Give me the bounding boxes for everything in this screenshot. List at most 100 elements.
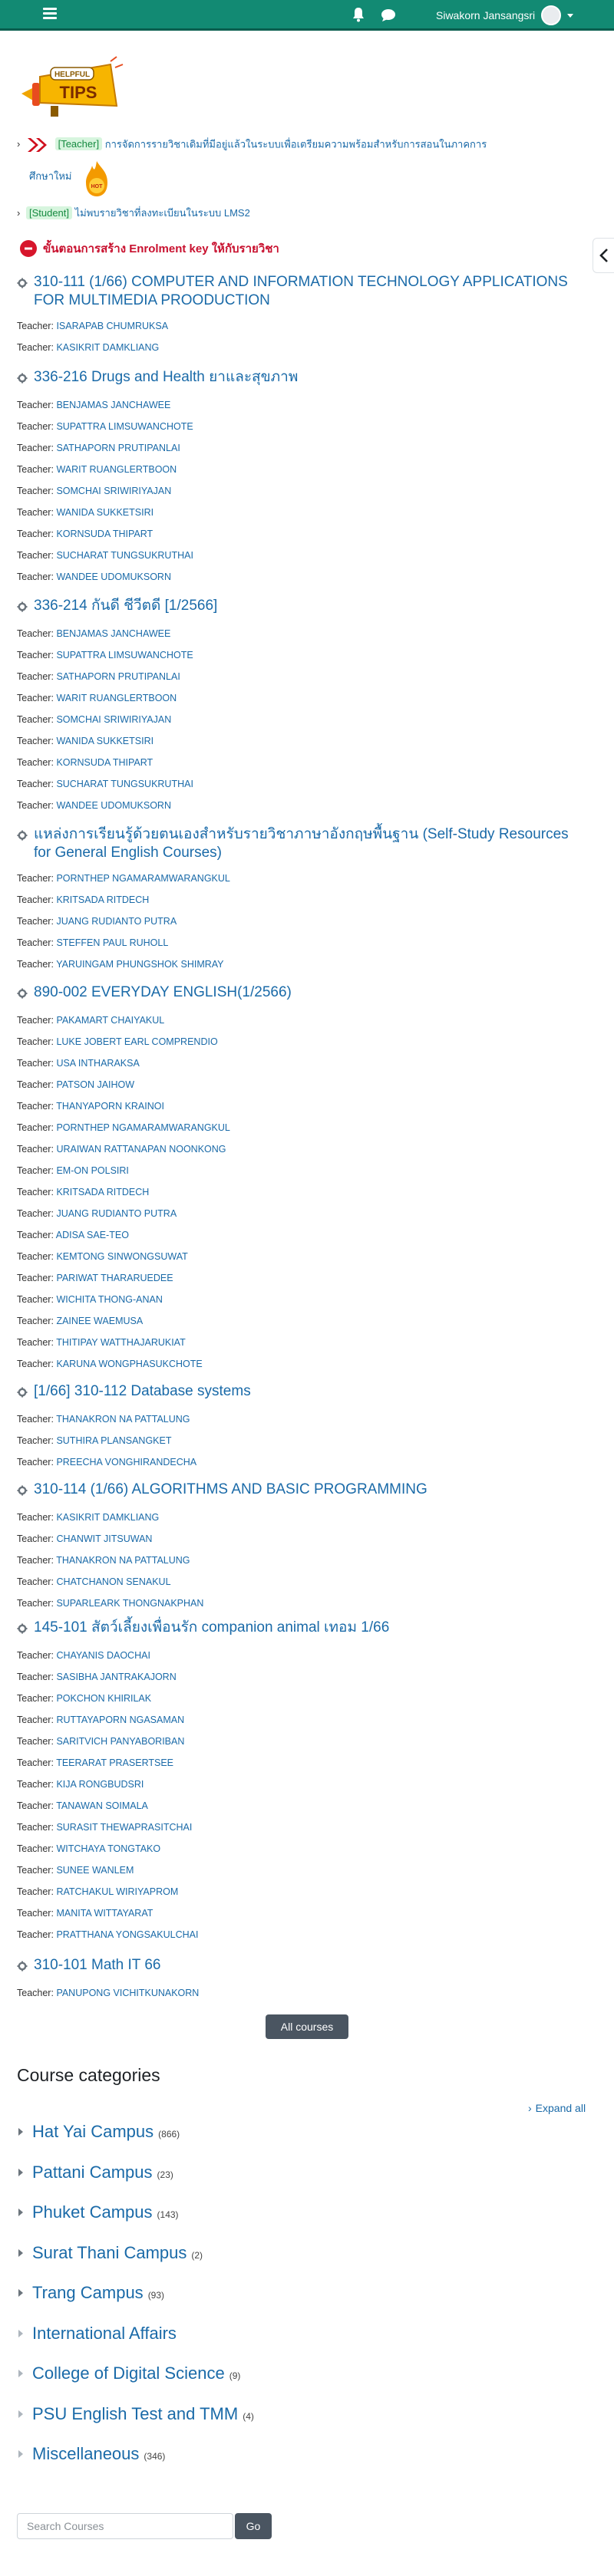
teacher-name-link[interactable]: SUPARLEARK THONGNAKPHAN	[56, 1598, 203, 1609]
teacher-name-link[interactable]: TEERARAT PRASERTSEE	[56, 1757, 173, 1768]
category-name-link[interactable]: Surat Thani Campus	[32, 2243, 187, 2263]
teacher-name-link[interactable]: PATSON JAIHOW	[56, 1079, 134, 1090]
category-name-link[interactable]: PSU English Test and TMM	[32, 2404, 238, 2424]
teacher-name-link[interactable]: USA INTHARAKSA	[56, 1058, 139, 1069]
all-courses-button[interactable]: All courses	[266, 2014, 348, 2039]
caret-right-icon[interactable]	[18, 2169, 23, 2176]
caret-right-icon[interactable]	[18, 2249, 23, 2257]
teacher-name-link[interactable]: PORNTHEP NGAMARAMWARANGKUL	[56, 1122, 229, 1133]
teacher-name-link[interactable]: WANIDA SUKKETSIRI	[56, 507, 154, 518]
category-name-link[interactable]: Phuket Campus	[32, 2202, 153, 2222]
course-title-link[interactable]: แหล่งการเรียนรู้ด้วยตนเองสำหรับรายวิชาภา…	[17, 825, 585, 862]
teacher-name-link[interactable]: PORNTHEP NGAMARAMWARANGKUL	[56, 873, 229, 884]
category-item[interactable]: Trang Campus (93)	[18, 2283, 164, 2303]
search-go-button[interactable]: Go	[235, 2513, 272, 2539]
enrol-key-notice[interactable]: ขั้นตอนการสร้าง Enrolment key ให้กับรายว…	[20, 239, 279, 258]
teacher-name-link[interactable]: PREECHA VONGHIRANDECHA	[56, 1457, 196, 1468]
teacher-name-link[interactable]: SOMCHAI SRIWIRIYAJAN	[56, 714, 171, 725]
teacher-name-link[interactable]: URAIWAN RATTANAPAN NOONKONG	[56, 1144, 226, 1155]
teacher-name-link[interactable]: CHANWIT JITSUWAN	[56, 1533, 152, 1544]
teacher-name-link[interactable]: SUTHIRA PLANSANGKET	[56, 1435, 171, 1446]
teacher-name-link[interactable]: SOMCHAI SRIWIRIYAJAN	[56, 486, 171, 496]
teacher-name-link[interactable]: SUPATTRA LIMSUWANCHOTE	[56, 421, 193, 432]
open-drawer-button[interactable]	[593, 238, 614, 273]
teacher-name-link[interactable]: CHAYANIS DAOCHAI	[56, 1650, 150, 1661]
teacher-name-link[interactable]: CHATCHANON SENAKUL	[56, 1576, 170, 1587]
teacher-name-link[interactable]: BENJAMAS JANCHAWEE	[56, 400, 170, 410]
teacher-name-link[interactable]: LUKE JOBERT EARL COMPRENDIO	[56, 1036, 217, 1047]
teacher-name-link[interactable]: PANUPONG VICHITKUNAKORN	[56, 1988, 199, 1998]
teacher-name-link[interactable]: WANDEE UDOMUKSORN	[56, 800, 171, 811]
teacher-name-link[interactable]: WANDEE UDOMUKSORN	[56, 572, 171, 582]
teacher-name-link[interactable]: PAKAMART CHAIYAKUL	[56, 1015, 164, 1026]
bell-icon[interactable]	[352, 7, 365, 22]
teacher-name-link[interactable]: ISARAPAB CHUMRUKSA	[56, 321, 168, 331]
category-item[interactable]: Miscellaneous (346)	[18, 2444, 165, 2464]
category-name-link[interactable]: College of Digital Science	[32, 2364, 225, 2383]
teacher-name-link[interactable]: RUTTAYAPORN NGASAMAN	[56, 1715, 184, 1725]
teacher-name-link[interactable]: THITIPAY WATTHAJARUKIAT	[56, 1337, 186, 1348]
teacher-name-link[interactable]: SATHAPORN PRUTIPANLAI	[56, 671, 180, 682]
teacher-name-link[interactable]: SUCHARAT TUNGSUKRUTHAI	[56, 550, 193, 561]
user-menu[interactable]: Siwakorn Jansangsri	[436, 5, 574, 25]
teacher-name-link[interactable]: POKCHON KHIRILAK	[56, 1693, 151, 1704]
teacher-name-link[interactable]: KRITSADA RITDECH	[56, 1187, 149, 1197]
category-name-link[interactable]: Pattani Campus	[32, 2163, 153, 2182]
teacher-name-link[interactable]: KORNSUDA THIPART	[56, 529, 153, 539]
teacher-name-link[interactable]: KASIKRIT DAMKLIANG	[56, 1512, 159, 1523]
student-notice[interactable]: › [Student] ไม่พบรายวิชาที่ลงทะเบียนในระ…	[17, 206, 554, 221]
caret-right-icon[interactable]	[18, 2330, 23, 2337]
teacher-name-link[interactable]: YARUINGAM PHUNGSHOK SHIMRAY	[56, 959, 223, 970]
teacher-name-link[interactable]: SARITVICH PANYABORIBAN	[56, 1736, 184, 1747]
teacher-name-link[interactable]: WARIT RUANGLERTBOON	[56, 693, 177, 703]
course-title-link[interactable]: 336-214 กันดี ชีวีตดี [1/2566]	[17, 597, 585, 618]
teacher-name-link[interactable]: WANIDA SUKKETSIRI	[56, 736, 154, 746]
hamburger-menu-icon[interactable]	[43, 8, 57, 20]
teacher-name-link[interactable]: PRATTHANA YONGSAKULCHAI	[56, 1929, 198, 1940]
course-title-link[interactable]: 310-101 Math IT 66	[17, 1956, 585, 1977]
teacher-notice[interactable]: › [Teacher] การจัดการรายวิชาเดิมที่มีอยู…	[17, 137, 554, 153]
caret-right-icon[interactable]	[18, 2209, 23, 2216]
teacher-name-link[interactable]: TANAWAN SOIMALA	[56, 1800, 148, 1811]
teacher-notice-link[interactable]: การจัดการรายวิชาเดิมที่มีอยู่แล้วในระบบเ…	[105, 138, 487, 150]
teacher-name-link[interactable]: SUCHARAT TUNGSUKRUTHAI	[56, 779, 193, 789]
teacher-name-link[interactable]: SURASIT THEWAPRASITCHAI	[56, 1822, 192, 1833]
teacher-name-link[interactable]: BENJAMAS JANCHAWEE	[56, 628, 170, 639]
category-item[interactable]: Surat Thani Campus (2)	[18, 2243, 203, 2263]
teacher-name-link[interactable]: EM-ON POLSIRI	[56, 1165, 128, 1176]
category-item[interactable]: College of Digital Science (9)	[18, 2364, 240, 2383]
teacher-name-link[interactable]: KRITSADA RITDECH	[56, 894, 149, 905]
category-item[interactable]: International Affairs	[18, 2324, 181, 2344]
teacher-name-link[interactable]: SASIBHA JANTRAKAJORN	[56, 1672, 176, 1682]
teacher-name-link[interactable]: ADISA SAE-TEO	[56, 1230, 129, 1240]
caret-right-icon[interactable]	[18, 2410, 23, 2418]
teacher-name-link[interactable]: ZAINEE WAEMUSA	[56, 1316, 143, 1326]
course-title-link[interactable]: 310-111 (1/66) COMPUTER AND INFORMATION …	[17, 273, 585, 310]
teacher-name-link[interactable]: KEMTONG SINWONGSUWAT	[56, 1251, 187, 1262]
course-title-link[interactable]: [1/66] 310-112 Database systems	[17, 1382, 585, 1403]
search-courses-input[interactable]	[17, 2513, 233, 2539]
teacher-name-link[interactable]: THANAKRON NA PATTALUNG	[56, 1555, 190, 1566]
expand-all-link[interactable]: › Expand all	[528, 2102, 586, 2114]
caret-right-icon[interactable]	[18, 2370, 23, 2377]
course-title-link[interactable]: 145-101 สัตว์เลี้ยงเพื่อนรัก companion a…	[17, 1619, 585, 1639]
teacher-name-link[interactable]: RATCHAKUL WIRIYAPROM	[56, 1886, 178, 1897]
teacher-name-link[interactable]: MANITA WITTAYARAT	[56, 1908, 153, 1919]
course-title-link[interactable]: 310-114 (1/66) ALGORITHMS AND BASIC PROG…	[17, 1481, 585, 1501]
teacher-name-link[interactable]: THANAKRON NA PATTALUNG	[56, 1414, 190, 1425]
caret-right-icon[interactable]	[18, 2450, 23, 2458]
category-item[interactable]: Hat Yai Campus (866)	[18, 2122, 180, 2142]
category-item[interactable]: PSU English Test and TMM (4)	[18, 2404, 254, 2424]
student-notice-link[interactable]: ไม่พบรายวิชาที่ลงทะเบียนในระบบ LMS2	[75, 207, 250, 219]
category-name-link[interactable]: International Affairs	[32, 2324, 177, 2344]
category-name-link[interactable]: Hat Yai Campus	[32, 2122, 154, 2142]
teacher-name-link[interactable]: KASIKRIT DAMKLIANG	[56, 342, 159, 353]
teacher-name-link[interactable]: SUPATTRA LIMSUWANCHOTE	[56, 650, 193, 660]
teacher-name-link[interactable]: WITCHAYA TONGTAKO	[56, 1843, 160, 1854]
teacher-name-link[interactable]: PARIWAT THARARUEDEE	[56, 1273, 173, 1283]
teacher-name-link[interactable]: THANYAPORN KRAINOI	[56, 1101, 164, 1112]
teacher-name-link[interactable]: KORNSUDA THIPART	[56, 757, 153, 768]
teacher-name-link[interactable]: SATHAPORN PRUTIPANLAI	[56, 443, 180, 453]
teacher-name-link[interactable]: SUNEE WANLEM	[56, 1865, 134, 1876]
teacher-name-link[interactable]: WARIT RUANGLERTBOON	[56, 464, 177, 475]
